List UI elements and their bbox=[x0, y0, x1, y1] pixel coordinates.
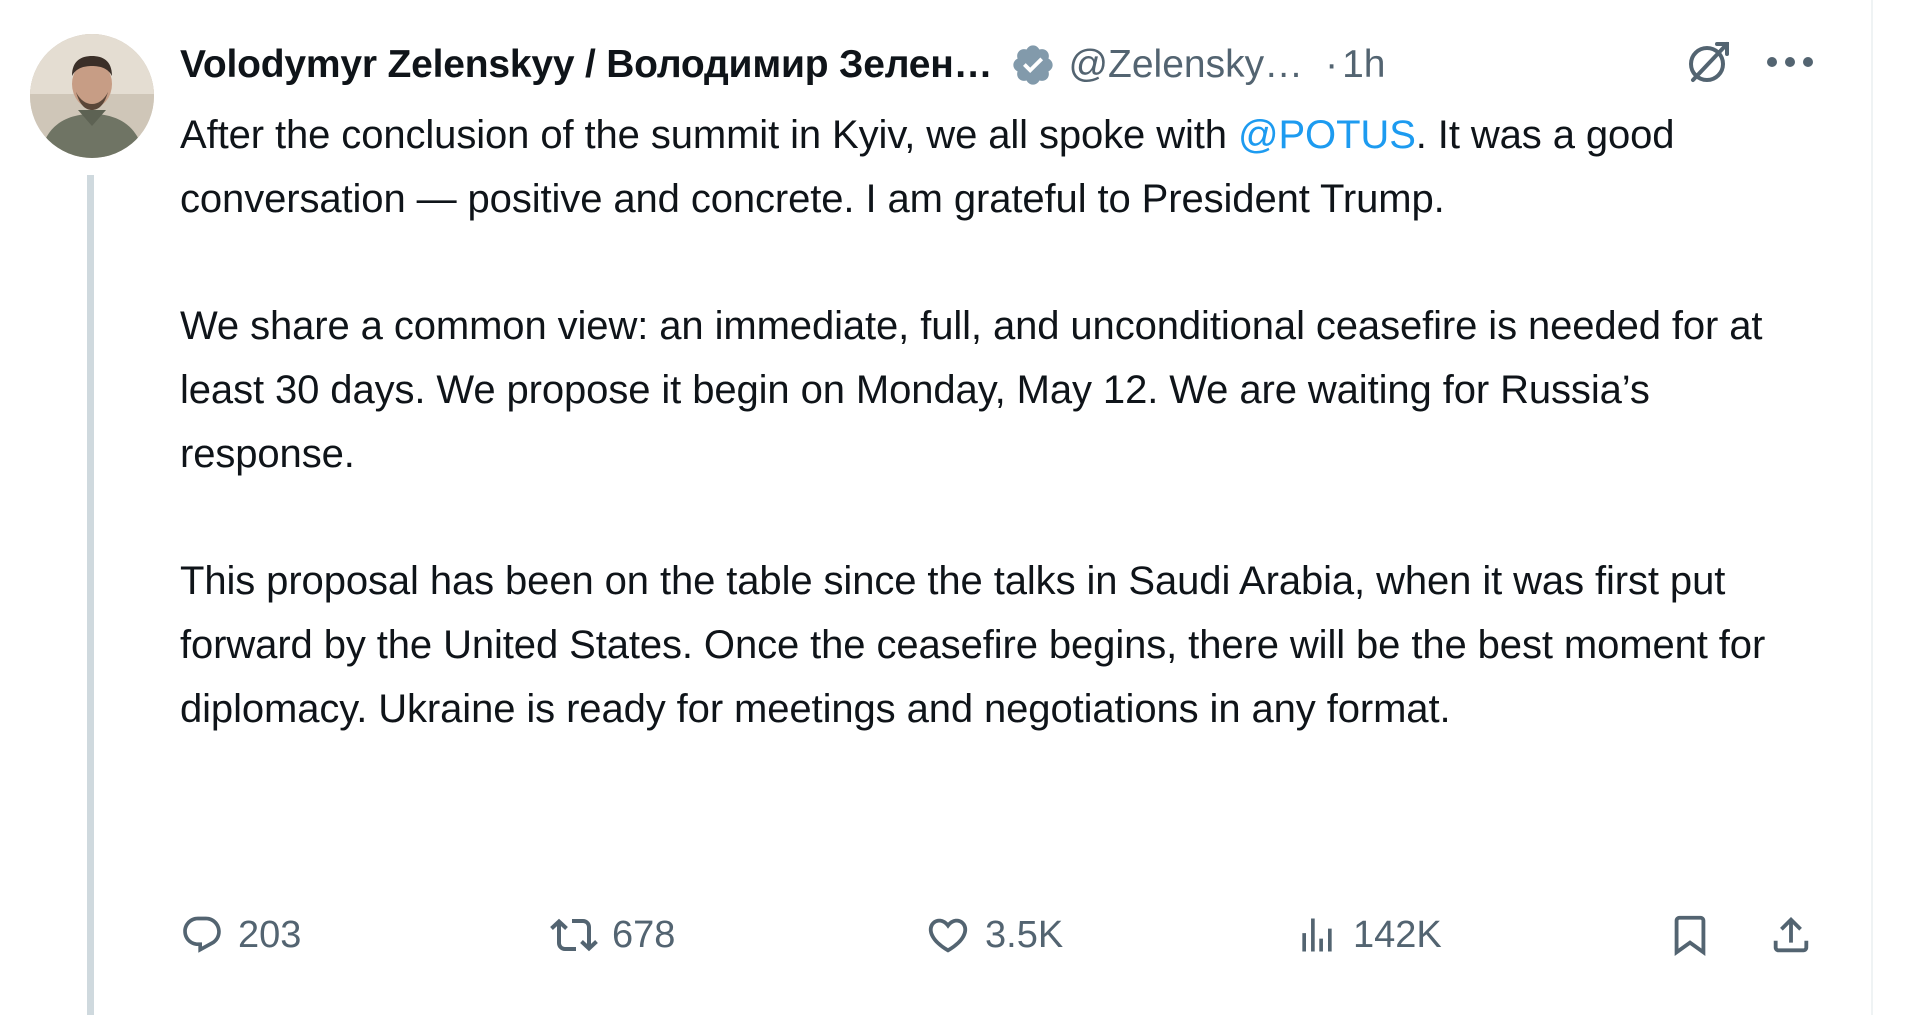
reply-count: 203 bbox=[238, 913, 302, 956]
views-icon bbox=[1302, 918, 1332, 952]
thread-line bbox=[87, 175, 94, 1015]
repost-count: 678 bbox=[612, 913, 676, 956]
repost-button[interactable]: 678 bbox=[550, 900, 675, 970]
views-button[interactable]: 142K bbox=[1295, 900, 1442, 970]
mention-link[interactable]: @POTUS bbox=[1238, 113, 1416, 157]
share-icon bbox=[1773, 916, 1809, 953]
avatar[interactable] bbox=[30, 34, 154, 158]
like-button[interactable]: 3.5K bbox=[925, 900, 1063, 970]
bookmark-icon bbox=[1674, 915, 1706, 956]
tweet-header: Volodymyr Zelenskyy / Володимир Зелен… @… bbox=[180, 34, 1386, 96]
views-count: 142K bbox=[1353, 913, 1442, 956]
action-bar: 203 678 3.5K 142K bbox=[180, 900, 1840, 970]
more-icon[interactable] bbox=[1762, 50, 1818, 74]
reply-icon bbox=[183, 916, 221, 953]
display-name[interactable]: Volodymyr Zelenskyy / Володимир Зелен… bbox=[180, 43, 993, 87]
paragraph-1: After the conclusion of the summit in Ky… bbox=[180, 103, 1820, 231]
handle[interactable]: @Zelensky… bbox=[1068, 43, 1303, 87]
separator-dot: · bbox=[1325, 43, 1339, 86]
grok-icon[interactable] bbox=[1683, 36, 1735, 88]
column-border bbox=[1871, 0, 1873, 1015]
paragraph-3: This proposal has been on the table sinc… bbox=[180, 559, 1766, 731]
tweet-text: After the conclusion of the summit in Ky… bbox=[180, 103, 1820, 804]
heart-icon bbox=[928, 918, 968, 953]
repost-icon bbox=[550, 918, 598, 952]
verified-badge-icon[interactable] bbox=[1010, 42, 1056, 88]
bookmark-button[interactable] bbox=[1667, 900, 1727, 970]
paragraph-2: We share a common view: an immediate, fu… bbox=[180, 304, 1763, 476]
tweet[interactable]: Volodymyr Zelenskyy / Володимир Зелен… @… bbox=[0, 0, 1920, 1015]
share-button[interactable] bbox=[1768, 900, 1828, 970]
timestamp[interactable]: 1h bbox=[1342, 43, 1385, 87]
reply-button[interactable]: 203 bbox=[180, 900, 301, 970]
text-segment: After the conclusion of the summit in Ky… bbox=[180, 113, 1238, 157]
like-count: 3.5K bbox=[985, 913, 1064, 956]
